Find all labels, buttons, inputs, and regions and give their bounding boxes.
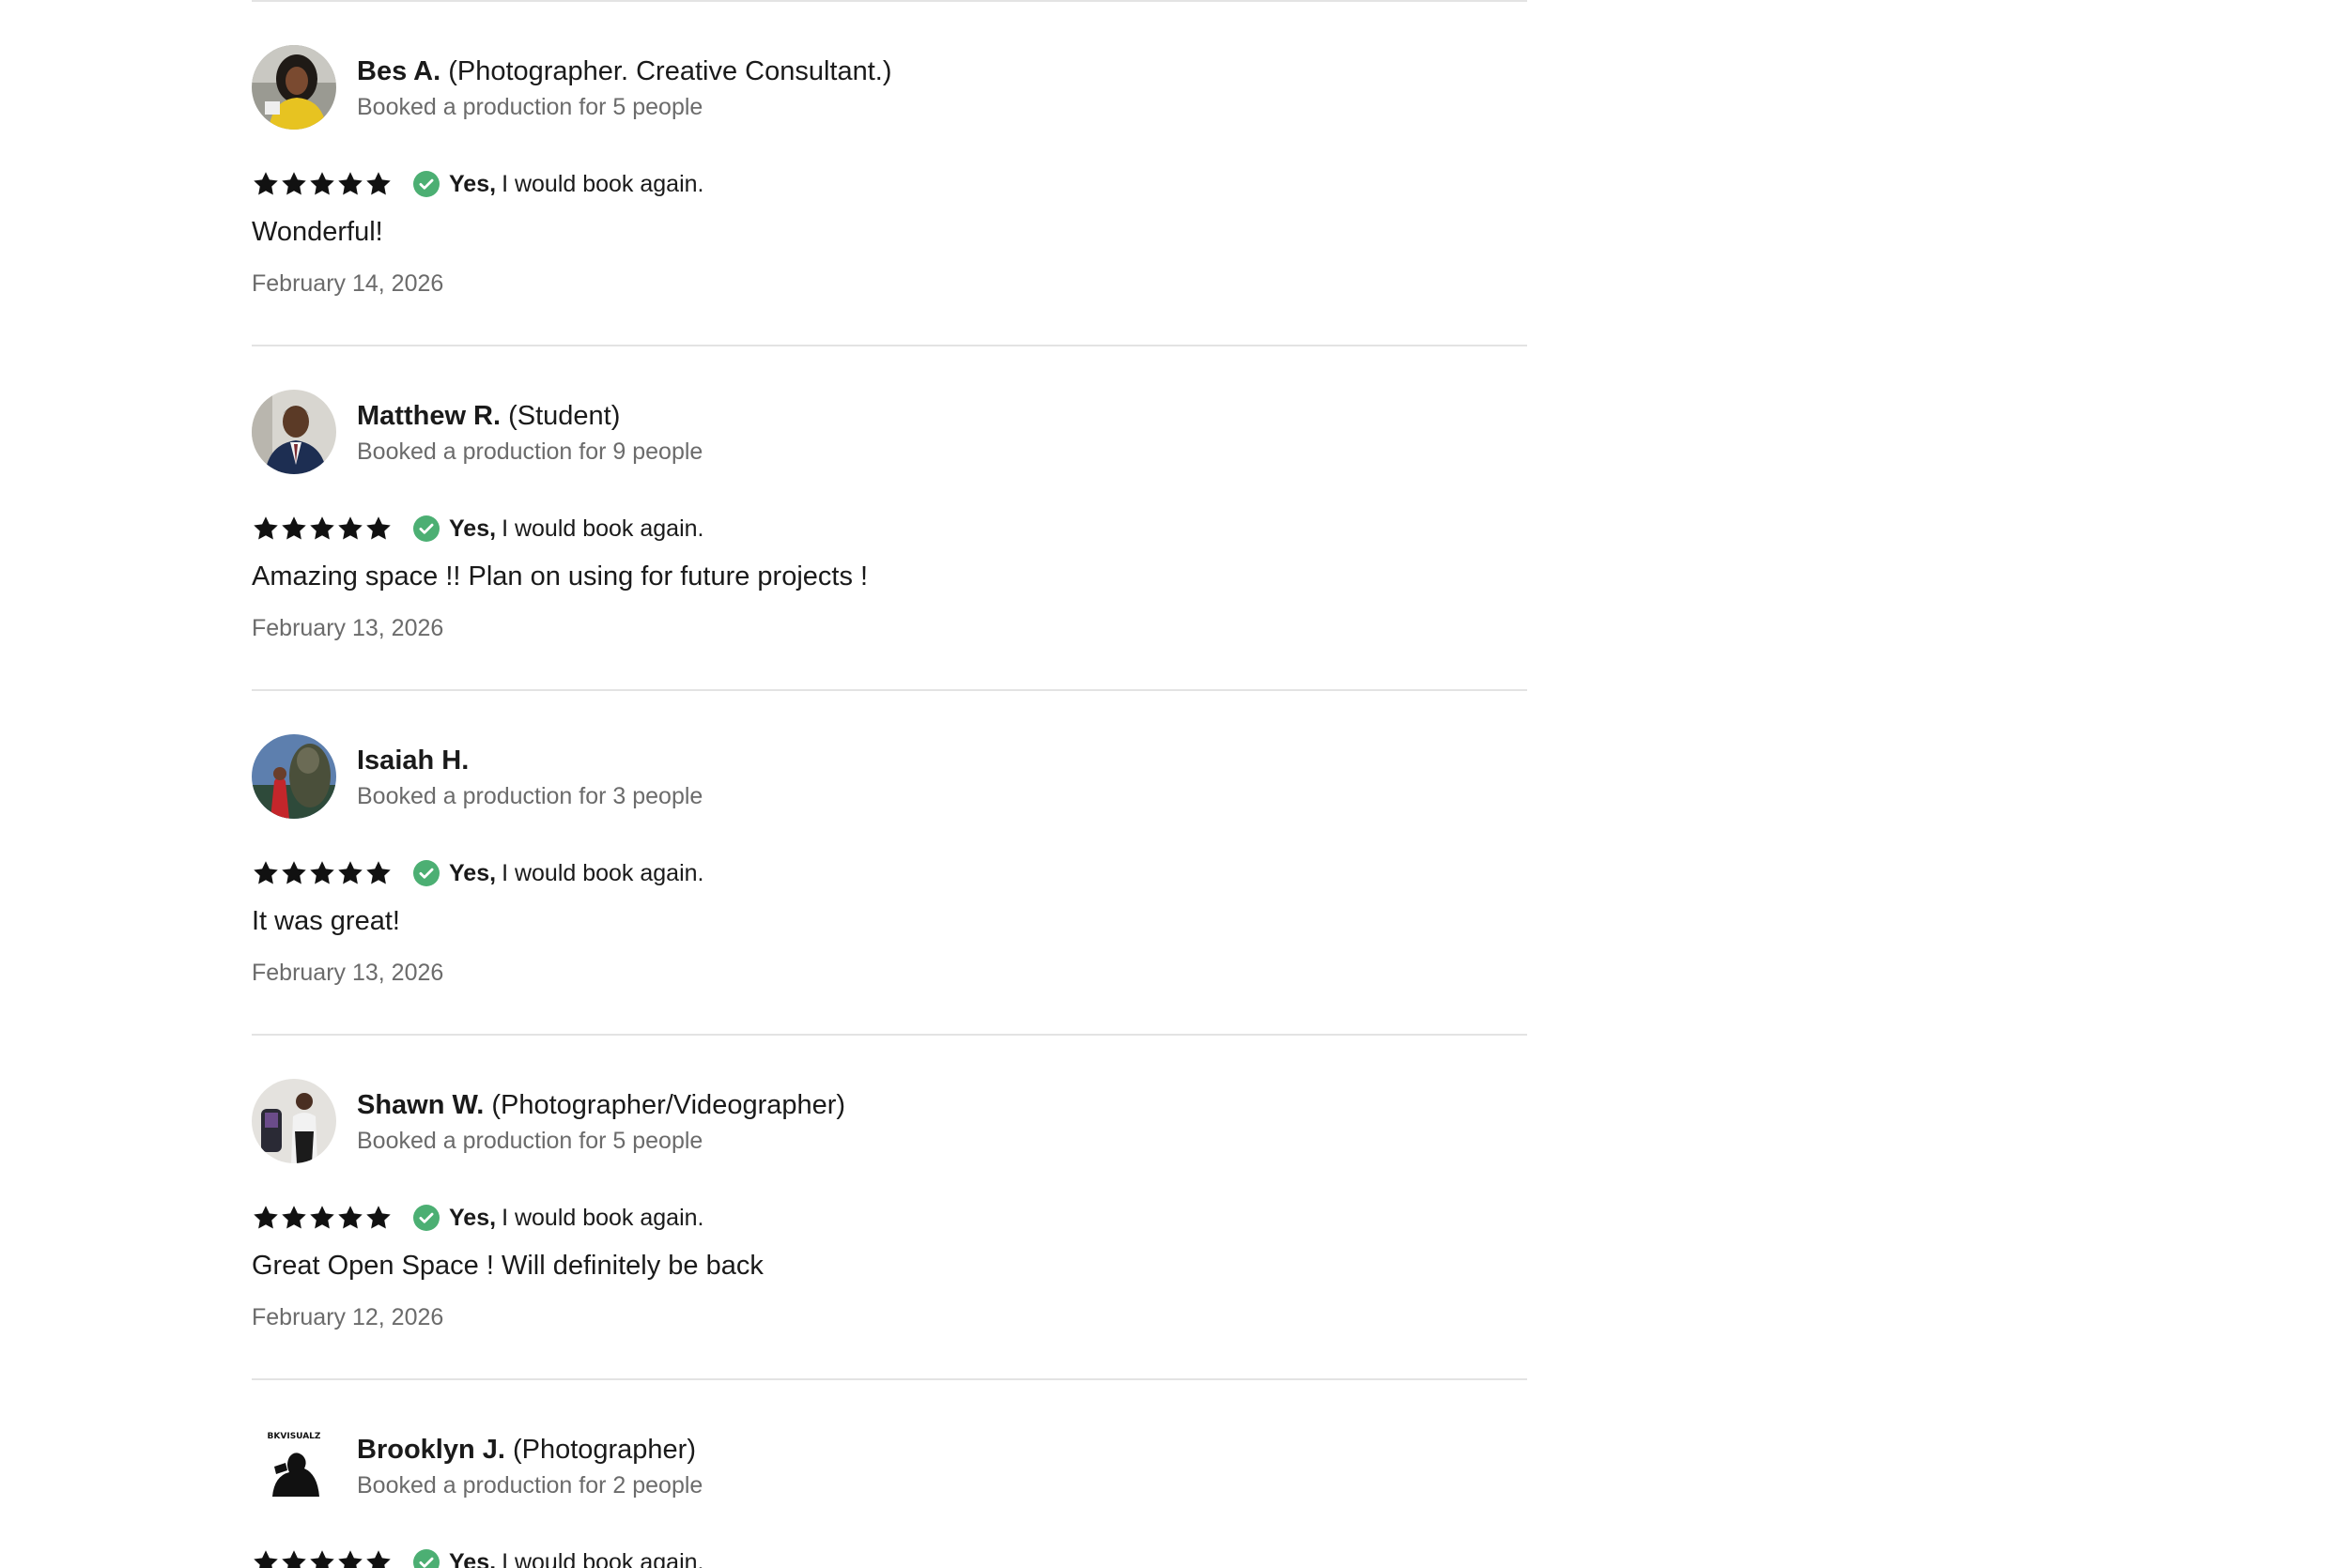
rating-row: Yes, I would book again.	[252, 1201, 704, 1235]
star-icon	[310, 172, 334, 195]
avatar[interactable]	[252, 390, 336, 474]
star-icon	[282, 516, 306, 540]
star-icon	[366, 861, 391, 884]
star-rating	[252, 515, 393, 543]
star-icon	[338, 1206, 363, 1229]
reviewer-role: (Student)	[508, 401, 621, 431]
rating-row: Yes, I would book again.	[252, 856, 704, 890]
review-item: Matthew R. (Student) Booked a production …	[252, 346, 1527, 691]
reviewer-name-line: Isaiah H.	[357, 744, 469, 777]
rebook-statement: Yes, I would book again.	[449, 1549, 704, 1568]
rebook-statement: Yes, I would book again.	[449, 1205, 704, 1232]
rebook-statement: Yes, I would book again.	[449, 171, 704, 198]
check-circle-icon	[413, 860, 440, 886]
reviewer-name-line: Brooklyn J. (Photographer)	[357, 1433, 696, 1467]
review-date: February 12, 2026	[252, 1304, 444, 1330]
reviewer-role: (Photographer)	[512, 1435, 696, 1465]
star-icon	[254, 1206, 278, 1229]
star-icon	[310, 1206, 334, 1229]
reviewer-role: (Photographer/Videographer)	[491, 1090, 846, 1120]
reviewer-role: (Photographer. Creative Consultant.)	[448, 56, 892, 86]
rebook-yes: Yes,	[449, 859, 497, 886]
reviewer-name-line: Shawn W. (Photographer/Videographer)	[357, 1088, 845, 1122]
rebook-yes: Yes,	[449, 1204, 497, 1231]
rebook-statement: Yes, I would book again.	[449, 860, 704, 887]
booking-info: Booked a production for 2 people	[357, 1472, 703, 1499]
star-rating	[252, 859, 393, 887]
star-rating	[252, 170, 393, 198]
reviewer-name-line: Matthew R. (Student)	[357, 399, 620, 433]
reviewer-name: Matthew R.	[357, 401, 502, 431]
booking-info: Booked a production for 5 people	[357, 94, 703, 120]
booking-info: Booked a production for 5 people	[357, 1128, 703, 1154]
rebook-text: I would book again.	[502, 515, 704, 542]
star-icon	[338, 516, 363, 540]
star-icon	[282, 1550, 306, 1568]
review-comment: It was great!	[252, 906, 400, 936]
check-circle-icon	[413, 1549, 440, 1568]
reviewer-name-line: Bes A. (Photographer. Creative Consultant…	[357, 54, 892, 88]
star-icon	[338, 1550, 363, 1568]
star-icon	[310, 861, 334, 884]
avatar[interactable]: BKVISUALZ	[252, 1423, 336, 1508]
star-icon	[338, 172, 363, 195]
star-icon	[338, 861, 363, 884]
rating-row: Yes, I would book again.	[252, 512, 704, 546]
check-circle-icon	[413, 515, 440, 542]
star-rating	[252, 1548, 393, 1568]
reviewer-name: Isaiah H.	[357, 746, 470, 776]
review-item: Isaiah H. Booked a production for 3 peop…	[252, 691, 1527, 1036]
rating-row: Yes, I would book again.	[252, 1545, 704, 1568]
star-icon	[366, 1206, 391, 1229]
rebook-yes: Yes,	[449, 1548, 497, 1568]
rebook-yes: Yes,	[449, 515, 497, 542]
rebook-text: I would book again.	[502, 859, 704, 886]
booking-info: Booked a production for 3 people	[357, 783, 703, 809]
avatar[interactable]	[252, 734, 336, 819]
reviewer-name: Brooklyn J.	[357, 1435, 505, 1465]
rebook-text: I would book again.	[502, 1204, 704, 1231]
review-comment: Wonderful!	[252, 217, 383, 247]
star-icon	[310, 516, 334, 540]
star-icon	[254, 1550, 278, 1568]
star-icon	[282, 172, 306, 195]
star-icon	[254, 516, 278, 540]
review-comment: Amazing space !! Plan on using for futur…	[252, 561, 869, 592]
star-icon	[282, 1206, 306, 1229]
review-comment: Great Open Space ! Will definitely be ba…	[252, 1251, 764, 1281]
reviewer-name: Bes A.	[357, 56, 441, 86]
reviews-list: Bes A. (Photographer. Creative Consultant…	[0, 0, 2348, 1568]
avatar[interactable]	[252, 1079, 336, 1163]
star-icon	[282, 861, 306, 884]
star-rating	[252, 1204, 393, 1232]
review-date: February 13, 2026	[252, 615, 444, 641]
check-circle-icon	[413, 1205, 440, 1231]
svg-text:BKVISUALZ: BKVISUALZ	[268, 1432, 321, 1441]
rebook-statement: Yes, I would book again.	[449, 515, 704, 543]
rebook-text: I would book again.	[502, 1548, 704, 1568]
rating-row: Yes, I would book again.	[252, 167, 704, 201]
star-icon	[254, 172, 278, 195]
avatar[interactable]	[252, 45, 336, 130]
review-date: February 14, 2026	[252, 270, 444, 297]
star-icon	[254, 861, 278, 884]
review-item: Bes A. (Photographer. Creative Consultant…	[252, 2, 1527, 346]
star-icon	[310, 1550, 334, 1568]
star-icon	[366, 1550, 391, 1568]
booking-info: Booked a production for 9 people	[357, 438, 703, 465]
rebook-yes: Yes,	[449, 170, 497, 197]
review-item: BKVISUALZ Brooklyn J. (Photographer) Book…	[252, 1380, 1527, 1568]
check-circle-icon	[413, 171, 440, 197]
review-date: February 13, 2026	[252, 960, 444, 986]
star-icon	[366, 172, 391, 195]
review-item: Shawn W. (Photographer/Videographer) Book…	[252, 1036, 1527, 1380]
star-icon	[366, 516, 391, 540]
reviewer-name: Shawn W.	[357, 1090, 485, 1120]
rebook-text: I would book again.	[502, 170, 704, 197]
